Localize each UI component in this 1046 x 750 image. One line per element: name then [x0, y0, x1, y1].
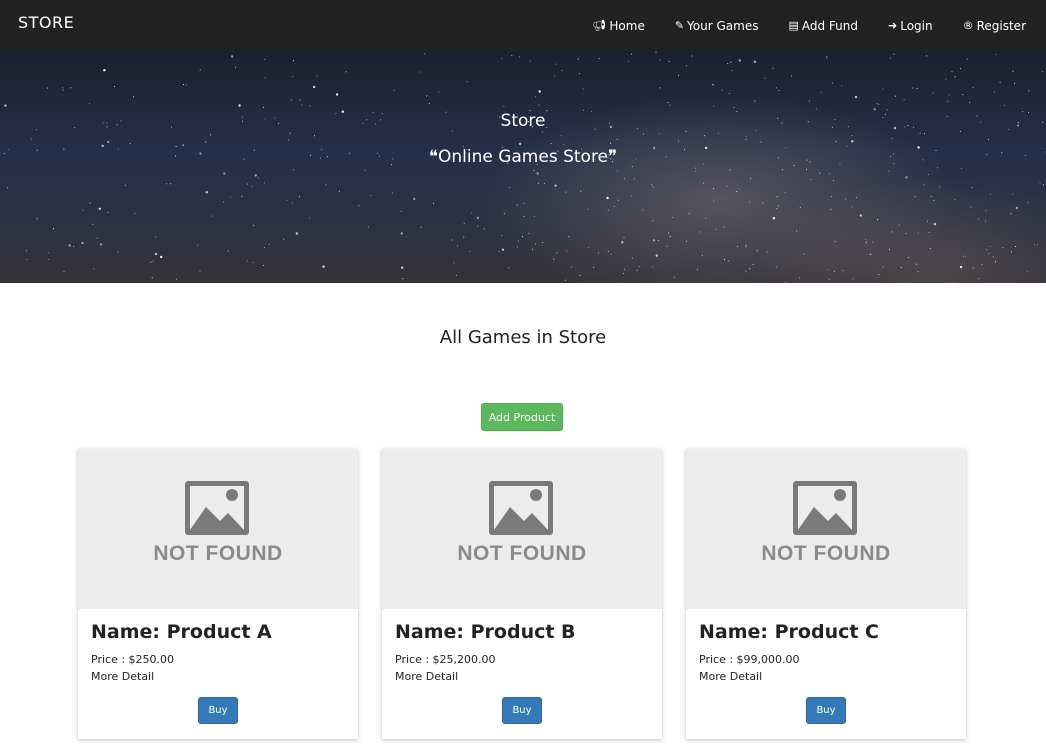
more-detail-link[interactable]: More Detail [699, 670, 762, 683]
product-card: NOT FOUND Name: Product C Price : $99,00… [686, 449, 966, 739]
product-price: Price : $250.00 [91, 653, 175, 666]
top-navbar: STORE 📢︎ Home ✎ Your Games ▤ Add Fund ➜ … [0, 0, 1046, 51]
nav-register[interactable]: ® Register [963, 19, 1026, 33]
bullhorn-icon: 📢︎ [592, 19, 607, 32]
product-card: NOT FOUND Name: Product B Price : $25,20… [382, 449, 662, 739]
image-icon [489, 481, 553, 535]
add-product-button[interactable]: Add Product [481, 403, 563, 431]
sign-in-icon: ➜ [888, 19, 898, 32]
image-icon [185, 481, 249, 535]
starfield-background [3, 51, 1046, 283]
not-found-label: NOT FOUND [457, 542, 587, 565]
section-title: All Games in Store [439, 327, 607, 348]
nav-login[interactable]: ➜ Login [888, 19, 933, 33]
nav-links: 📢︎ Home ✎ Your Games ▤ Add Fund ➜ Login … [562, 0, 1026, 51]
hero-subtitle: ❝Online Games Store❞ [428, 147, 618, 167]
not-found-label: NOT FOUND [153, 542, 283, 565]
product-name: Name: Product A [91, 621, 272, 643]
nav-add-fund-label: Add Fund [801, 18, 858, 33]
nav-your-games[interactable]: ✎ Your Games [675, 19, 759, 33]
product-image-placeholder: NOT FOUND [78, 449, 358, 609]
not-found-label: NOT FOUND [761, 542, 891, 565]
more-detail-link[interactable]: More Detail [395, 670, 458, 683]
buy-button[interactable]: Buy [502, 697, 542, 724]
product-name: Name: Product B [395, 621, 576, 643]
product-name: Name: Product C [699, 621, 879, 643]
brand-logo[interactable]: STORE [18, 13, 74, 32]
product-price: Price : $99,000.00 [699, 653, 800, 666]
nav-your-games-label: Your Games [687, 18, 759, 33]
registered-icon: ® [962, 19, 974, 32]
product-price: Price : $25,200.00 [395, 653, 496, 666]
buy-button[interactable]: Buy [806, 697, 846, 724]
product-image-placeholder: NOT FOUND [382, 449, 662, 609]
nav-register-label: Register [976, 18, 1026, 33]
nav-add-fund[interactable]: ▤ Add Fund [788, 19, 858, 33]
hero-title: Store [500, 111, 546, 131]
more-detail-link[interactable]: More Detail [91, 670, 154, 683]
nav-login-label: Login [900, 18, 933, 33]
buy-button[interactable]: Buy [198, 697, 238, 724]
book-icon: ▤ [788, 19, 799, 32]
product-card: NOT FOUND Name: Product A Price : $250.0… [78, 449, 358, 739]
product-image-placeholder: NOT FOUND [686, 449, 966, 609]
edit-icon: ✎ [674, 19, 685, 32]
nav-home-label: Home [609, 18, 645, 33]
image-icon [793, 481, 857, 535]
nav-home[interactable]: 📢︎ Home [592, 19, 644, 33]
hero-banner: Store ❝Online Games Store❞ [0, 51, 1046, 283]
